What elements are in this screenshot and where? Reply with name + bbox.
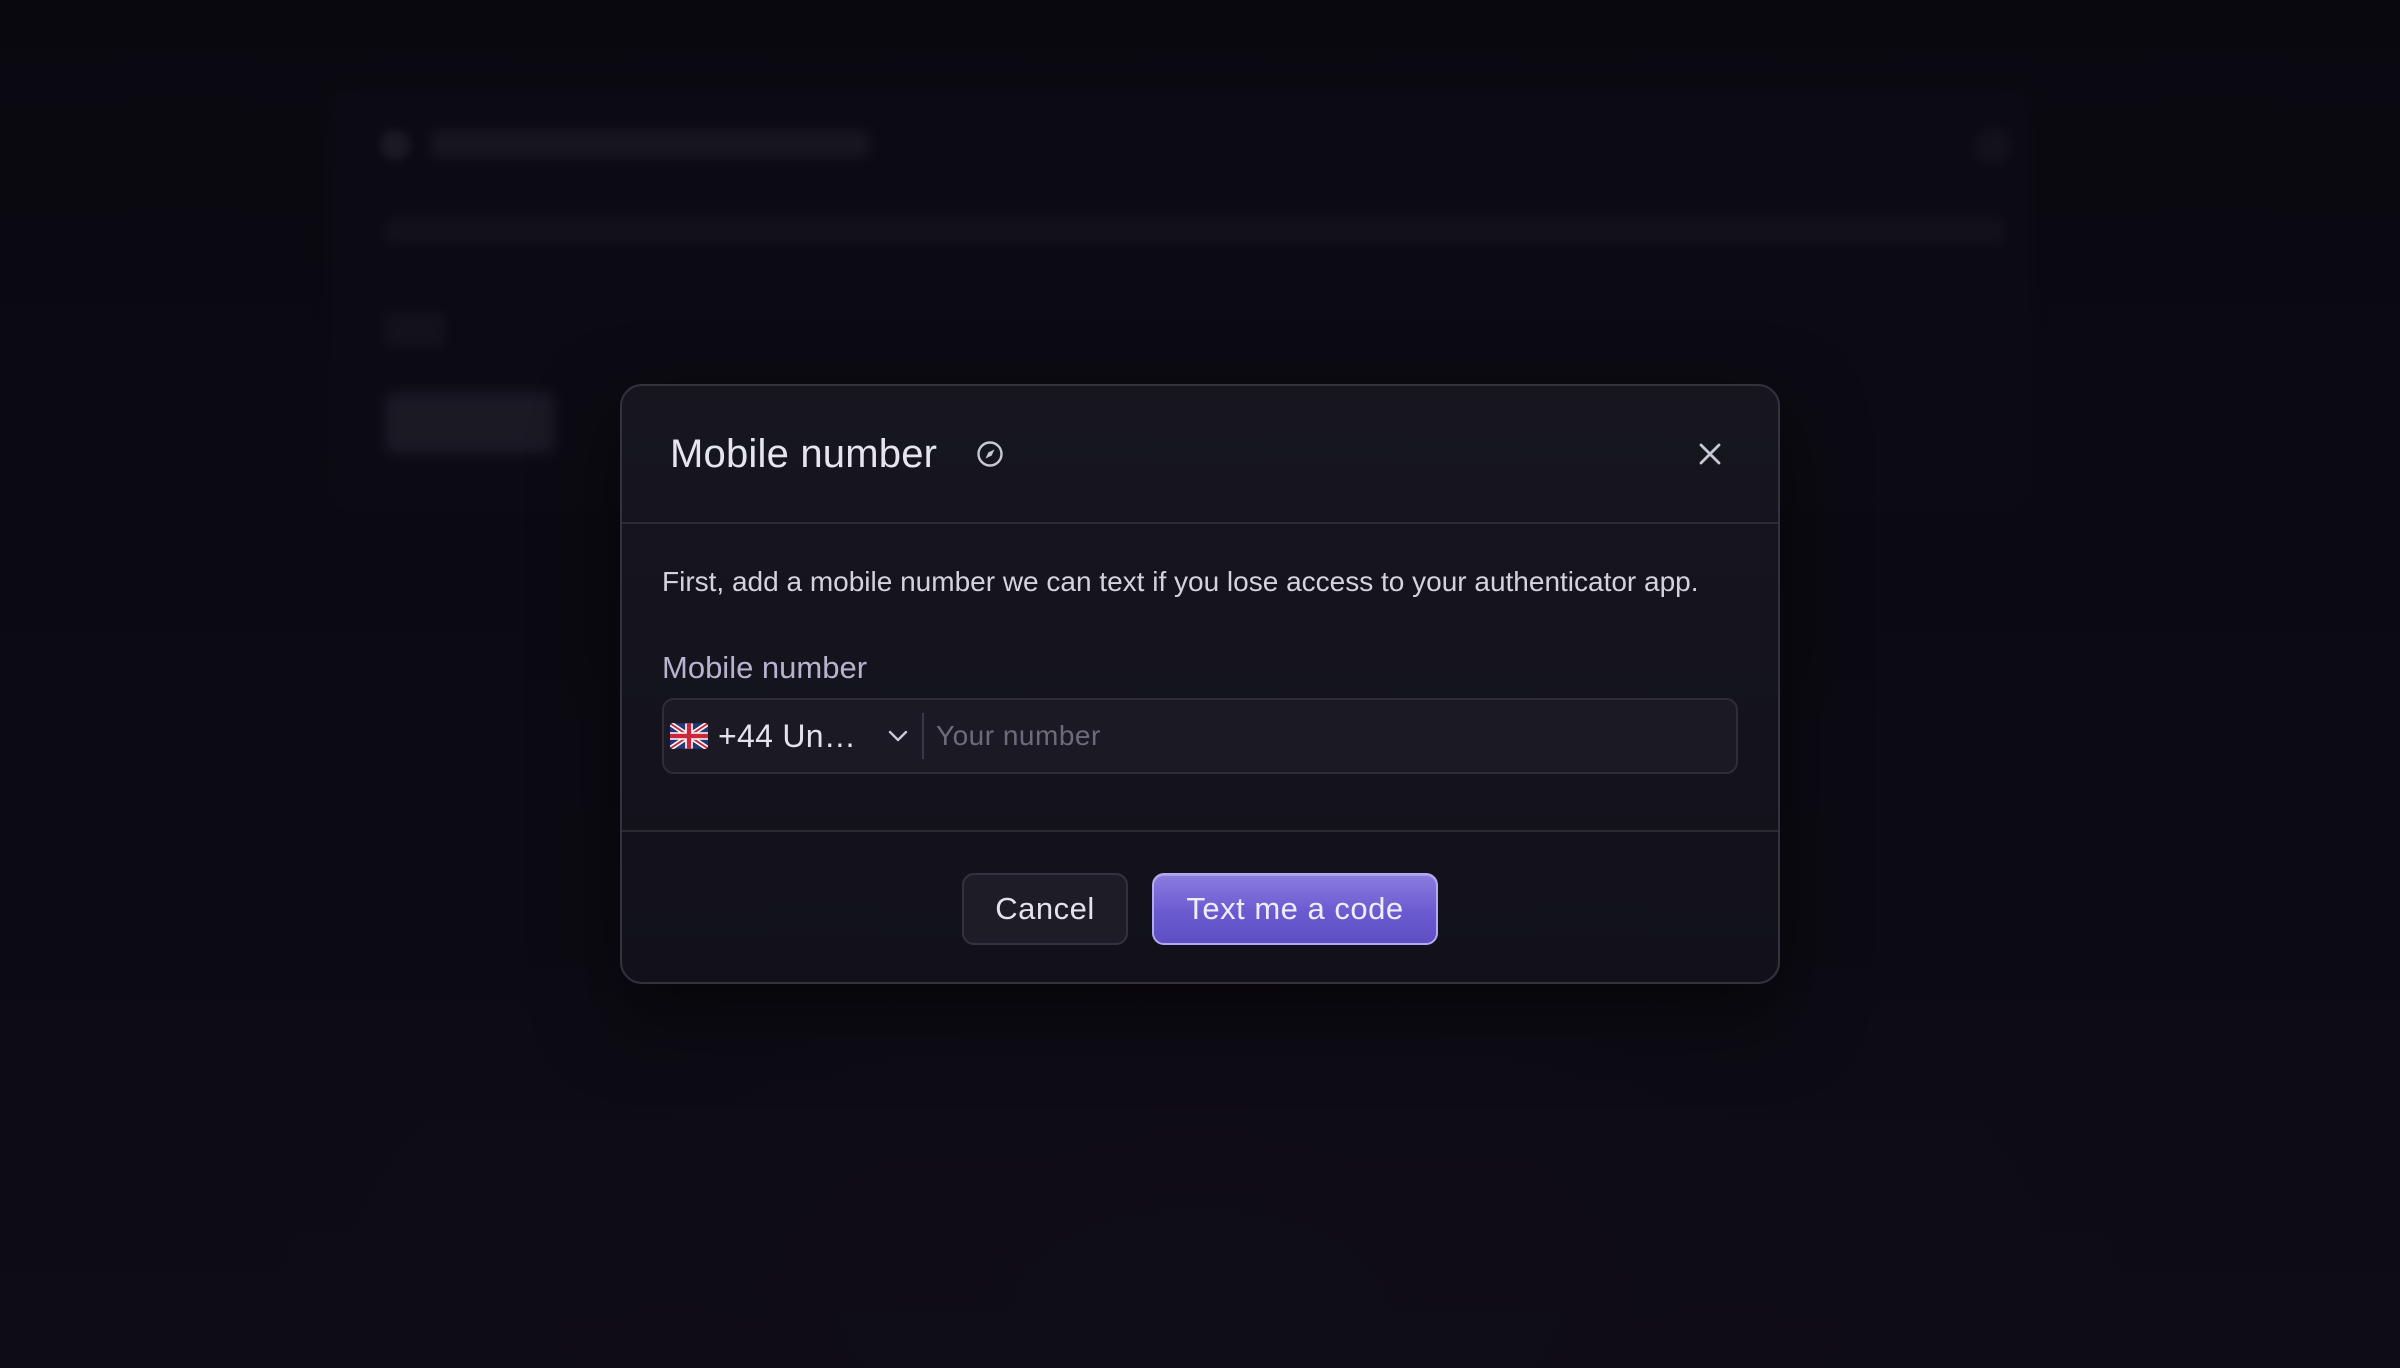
dialog-footer: Cancel Text me a code (622, 830, 1778, 982)
close-icon (1699, 443, 1721, 465)
dialog-header: Mobile number (622, 386, 1778, 524)
dialog-description: First, add a mobile number we can text i… (662, 566, 1699, 597)
phone-number-input[interactable] (924, 700, 1736, 772)
close-button[interactable] (1690, 434, 1730, 474)
dialog-title: Mobile number (670, 431, 938, 476)
dialog-body: First, add a mobile number we can text i… (662, 526, 1738, 816)
text-me-a-code-button[interactable]: Text me a code (1152, 873, 1438, 945)
mobile-number-label: Mobile number (662, 650, 868, 685)
cancel-button[interactable]: Cancel (962, 873, 1128, 945)
country-code-value: +44 Un… (718, 717, 857, 754)
chevron-down-icon (884, 722, 912, 750)
mobile-number-dialog: Mobile number First, add a mobile number… (620, 384, 1780, 984)
phone-field: +44 Un… (662, 698, 1738, 774)
compass-icon (975, 439, 1005, 469)
country-code-select[interactable]: +44 Un… (664, 700, 922, 772)
uk-flag-icon (670, 723, 708, 749)
